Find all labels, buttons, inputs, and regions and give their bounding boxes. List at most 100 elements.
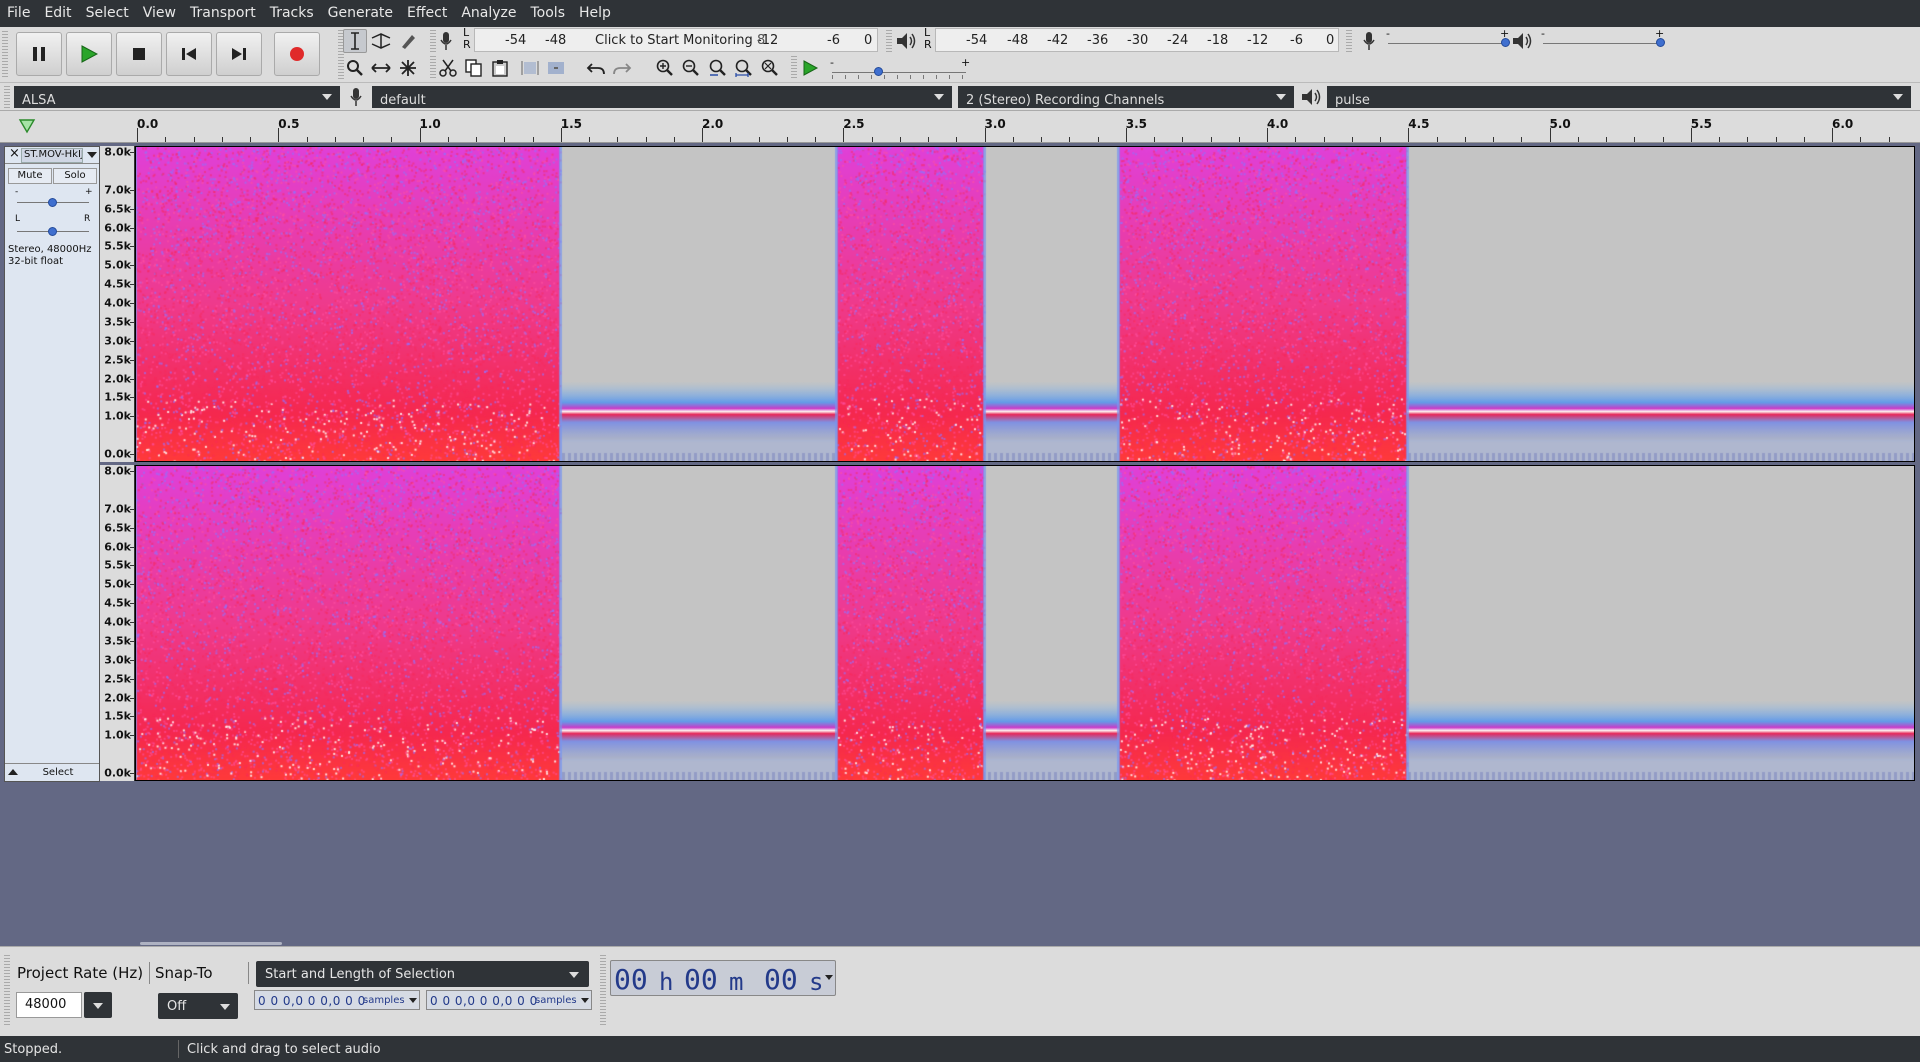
audio-host-select[interactable]: ALSA (14, 86, 340, 108)
project-rate-input[interactable]: 48000 (16, 992, 82, 1018)
pan-slider[interactable] (48, 227, 57, 236)
gain-slider[interactable] (48, 198, 57, 207)
menu-tracks[interactable]: Tracks (263, 0, 321, 27)
frequency-tick (130, 284, 134, 286)
time-minutes: 00 (684, 963, 718, 996)
trim-audio-button[interactable] (518, 56, 542, 80)
speaker-icon (897, 33, 916, 49)
ruler-label: 3.0 (984, 117, 1006, 131)
menu-transport[interactable]: Transport (183, 0, 263, 27)
close-track-icon[interactable]: × (9, 146, 20, 161)
zoom-out-button[interactable] (679, 56, 703, 80)
selection-length-field[interactable]: 0 0 0,0 0 0,0 0 0 samples (426, 990, 592, 1010)
ruler-tick (165, 137, 167, 142)
stop-button[interactable] (116, 32, 162, 76)
selection-tool-button[interactable] (343, 29, 367, 53)
chevron-down-icon[interactable] (825, 975, 833, 980)
silence-audio-button[interactable] (544, 56, 568, 80)
track-menu-chevron-down-icon[interactable] (87, 152, 97, 158)
play-at-speed-button[interactable] (798, 56, 822, 80)
selection-start-unit: samples (363, 995, 405, 1006)
menu-generate[interactable]: Generate (321, 0, 400, 27)
play-at-speed-grip[interactable] (791, 56, 797, 80)
draw-tool-button[interactable] (396, 29, 420, 53)
mute-button[interactable]: Mute (8, 168, 52, 184)
frequency-tick (130, 735, 134, 737)
record-meter-lr: L R (463, 27, 471, 51)
play-speed-slider[interactable] (873, 67, 883, 76)
ruler-tick (1012, 137, 1014, 142)
playback-meter-tick: -18 (1207, 33, 1229, 48)
cut-button[interactable] (436, 56, 460, 80)
recording-device-microphone-icon (350, 88, 362, 106)
audio-position-display[interactable]: 00 h 00 m 00 s (610, 960, 836, 996)
menu-analyze[interactable]: Analyze (454, 0, 523, 27)
skip-to-start-button[interactable] (166, 32, 212, 76)
frequency-scale-left[interactable]: 8.0k 7.0k 6.5k 6.0k 5.5k 5.0k 4.5k 4.0k 3.5k 3.0k… (100, 146, 135, 462)
menu-effect[interactable]: Effect (400, 0, 454, 27)
snap-to-select[interactable]: Off (158, 993, 238, 1019)
recording-channels-select[interactable]: 2 (Stereo) Recording Channels (958, 86, 1294, 108)
time-toolbar-grip[interactable] (600, 955, 606, 1027)
solo-button[interactable]: Solo (53, 168, 97, 184)
selection-toolbar-grip[interactable] (4, 955, 10, 1027)
playback-meter-tick: -12 (1247, 33, 1269, 48)
envelope-tool-button[interactable] (369, 29, 393, 53)
track-name-button[interactable]: ST.MOV-HkIJR (21, 148, 83, 163)
collapse-track-icon[interactable] (8, 769, 18, 775)
select-track-button[interactable]: Select (25, 765, 91, 780)
recording-device-select[interactable]: default (372, 86, 952, 108)
menu-help[interactable]: Help (572, 0, 618, 27)
frequency-label: 8.0k (104, 464, 131, 478)
playback-device-select[interactable]: pulse (1327, 86, 1911, 108)
paste-button[interactable] (488, 56, 512, 80)
gain-min-label: - (15, 187, 19, 197)
play-button[interactable] (66, 32, 112, 76)
playback-volume-slider[interactable] (1656, 38, 1665, 47)
silence-icon (548, 62, 564, 74)
playback-meter-grip[interactable] (886, 30, 892, 52)
spectrogram-left-channel[interactable] (135, 146, 1915, 462)
device-toolbar-grip[interactable] (4, 86, 10, 108)
undo-button[interactable] (584, 56, 608, 80)
pause-button[interactable] (16, 32, 62, 76)
frequency-scale-right[interactable]: 8.0k 7.0k 6.5k 6.0k 5.5k 5.0k 4.5k 4.0k 3.5k 3.0k… (100, 465, 135, 781)
menu-file[interactable]: File (0, 0, 37, 27)
selection-mode-select[interactable]: Start and Length of Selection (256, 961, 589, 987)
menu-tools[interactable]: Tools (524, 0, 573, 27)
trim-icon (521, 61, 539, 75)
zoom-in-button[interactable] (653, 56, 677, 80)
fit-selection-button[interactable] (706, 56, 730, 80)
ruler-tick (1295, 137, 1297, 142)
horizontal-scrollbar-thumb[interactable] (140, 942, 282, 945)
selection-start-field[interactable]: 0 0 0,0 0 0,0 0 0 samples (254, 990, 420, 1010)
fit-project-button[interactable] (732, 56, 756, 80)
redo-button[interactable] (610, 56, 634, 80)
frequency-tick (130, 227, 134, 229)
project-rate-dropdown[interactable] (84, 992, 112, 1018)
frequency-label: 2.5k (104, 672, 131, 686)
record-button[interactable] (274, 32, 320, 76)
timeline-ruler[interactable]: 0.0 0.5 1.0 1.5 2.0 2.5 3.0 3.5 4.0 4.5 5.0 5.5 6.0 (0, 111, 1920, 143)
play-icon (81, 45, 98, 63)
spectrogram-right-channel[interactable] (135, 465, 1915, 781)
recording-volume-slider[interactable] (1501, 38, 1510, 47)
playback-meter[interactable]: -54 -48 -42 -36 -30 -24 -18 -12 -6 0 (935, 28, 1339, 52)
chevron-down-icon (1893, 94, 1903, 100)
menu-view[interactable]: View (136, 0, 183, 27)
menu-select[interactable]: Select (79, 0, 136, 27)
record-meter[interactable]: -54 -48 -12 -6 0 Click to Start Monitori… (474, 28, 878, 52)
multi-tool-button[interactable] (396, 56, 420, 80)
time-shift-tool-button[interactable] (369, 56, 393, 80)
skip-to-end-button[interactable] (216, 32, 262, 76)
scissors-icon (439, 59, 457, 77)
frequency-label: 0.0k (104, 766, 131, 780)
mixer-toolbar-grip[interactable] (1346, 30, 1352, 52)
zoom-tool-button[interactable] (343, 56, 367, 80)
record-meter-grip[interactable] (430, 30, 436, 52)
zoom-toggle-button[interactable] (758, 56, 782, 80)
menu-edit[interactable]: Edit (37, 0, 78, 27)
start-monitoring-label[interactable]: Click to Start Monitoring (595, 33, 753, 48)
transport-toolbar-grip[interactable] (2, 31, 8, 77)
copy-button[interactable] (462, 56, 486, 80)
